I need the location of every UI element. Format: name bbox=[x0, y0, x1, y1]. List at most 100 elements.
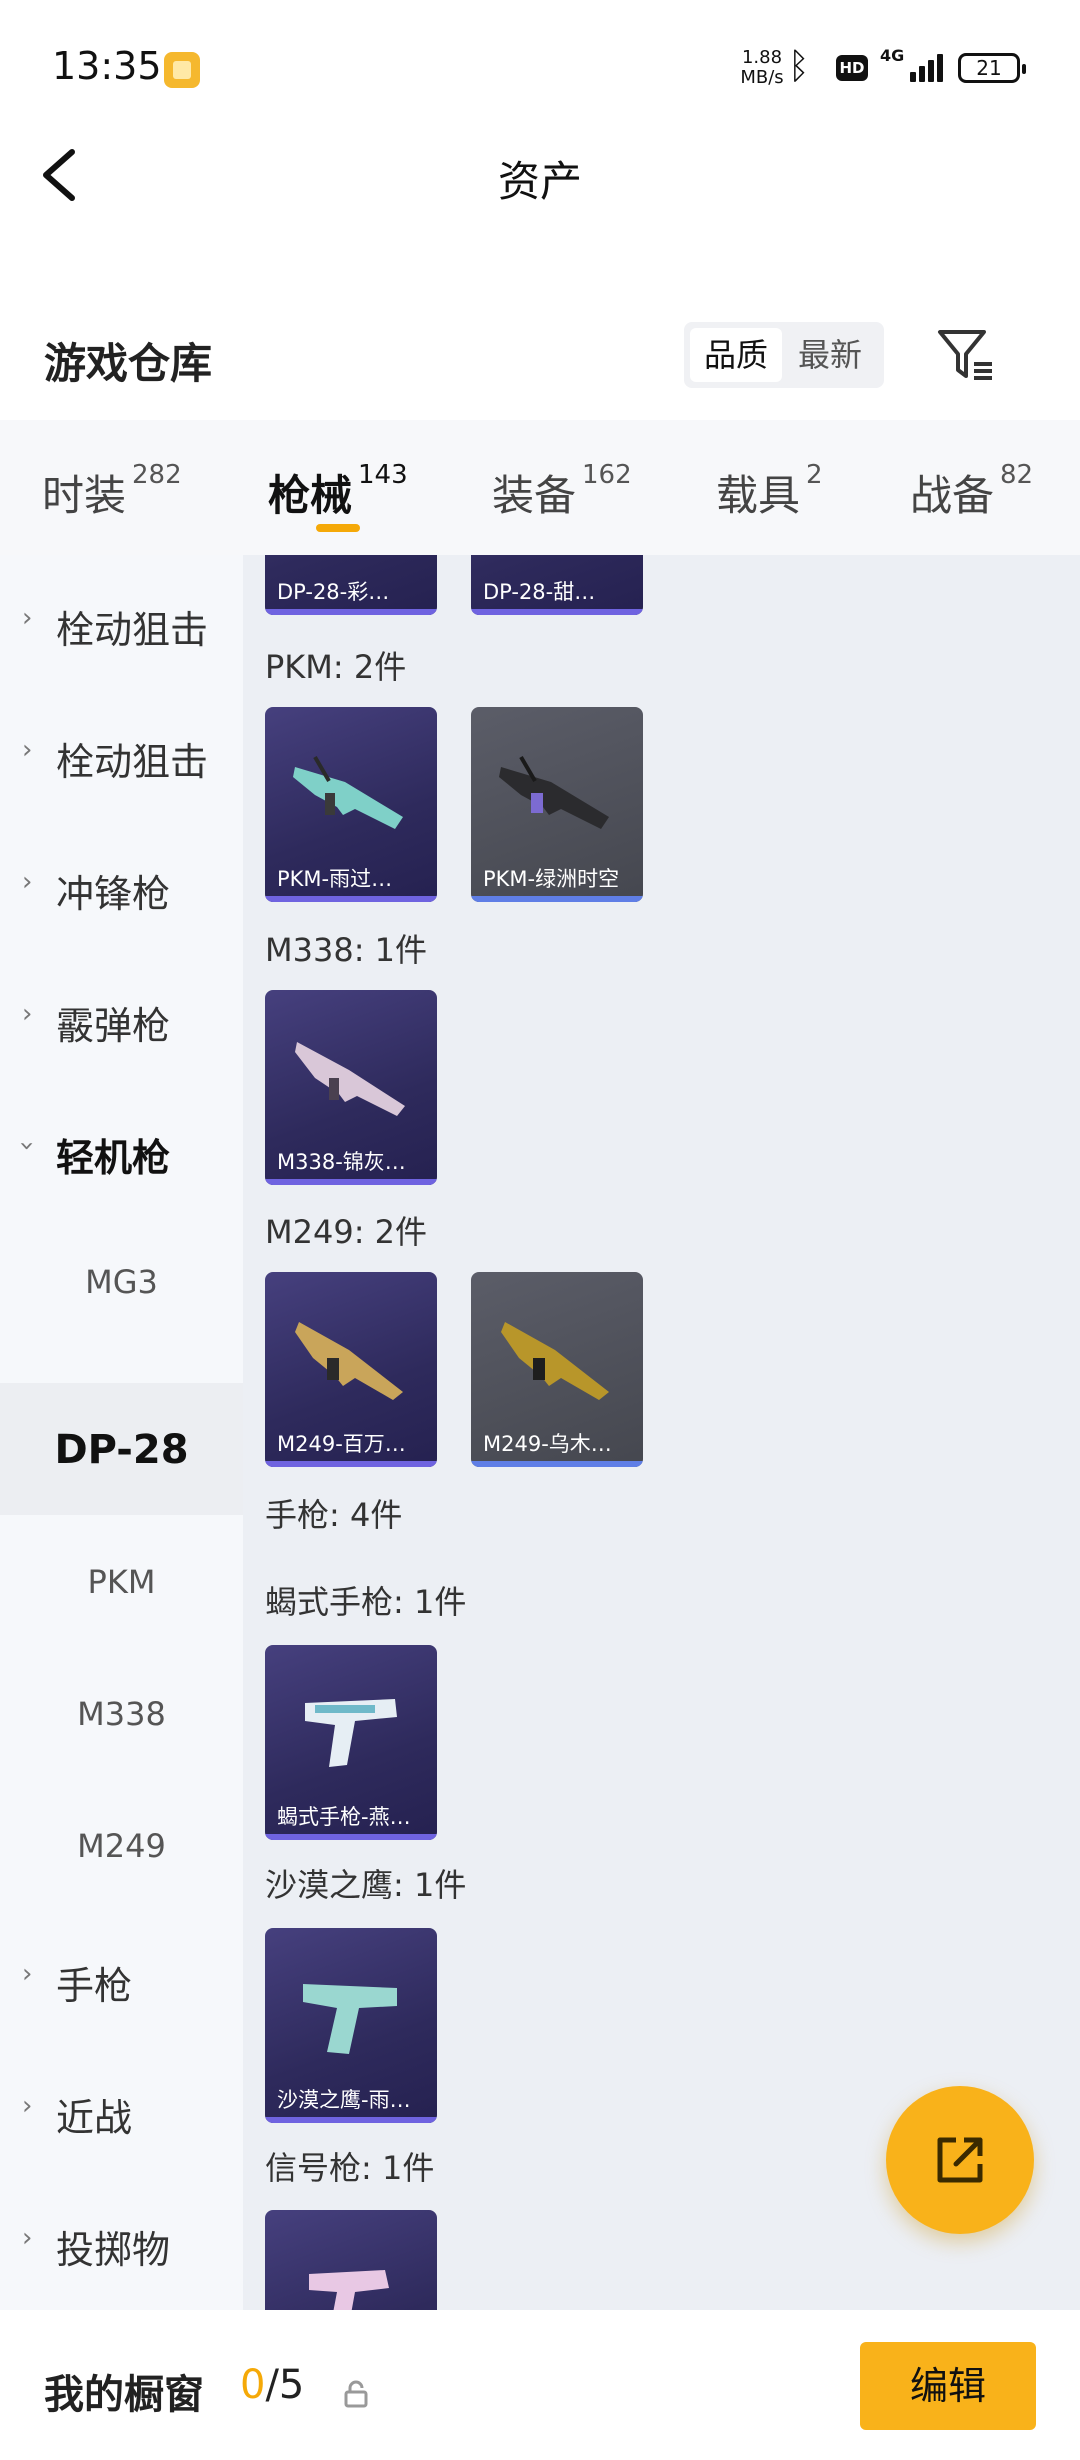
sidebar-item-lmg[interactable]: › 轻机枪 bbox=[0, 1083, 243, 1215]
chevron-right-icon: › bbox=[22, 2091, 33, 2121]
lmg-skin-image bbox=[295, 1322, 403, 1400]
tab-label: 战备 bbox=[910, 471, 995, 520]
item-card[interactable]: PKM-雨过… bbox=[265, 707, 437, 902]
network-speed-unit: MB/s bbox=[740, 67, 784, 88]
network-type: 4G bbox=[880, 46, 905, 65]
sidebar-item-label: 栓动狙击 bbox=[56, 740, 209, 784]
network-speed: 1.88 MB/s bbox=[732, 48, 792, 88]
sidebar-item-label: 投掷物 bbox=[56, 2228, 171, 2272]
sidebar-item-label: 霰弹枪 bbox=[56, 1004, 171, 1048]
sidebar-item-label: MG3 bbox=[85, 1263, 158, 1301]
flare-gun-skin-image bbox=[309, 2270, 389, 2310]
status-bar: 13:35 1.88 MB/s ᛒ HD 4G 21 bbox=[0, 0, 1080, 135]
sidebar-item-label: M338 bbox=[77, 1695, 166, 1733]
sidebar-item-pistol[interactable]: › 手枪 bbox=[0, 1911, 243, 2043]
tab-label: 装备 bbox=[492, 471, 577, 520]
sidebar-item-smg[interactable]: › 冲锋枪 bbox=[0, 819, 243, 951]
sidebar-subitem-pkm[interactable]: PKM bbox=[0, 1515, 243, 1647]
tab-label: 载具 bbox=[716, 471, 801, 520]
section-title: 游戏仓库 bbox=[44, 339, 213, 388]
tab-label: 枪械 bbox=[268, 471, 353, 520]
item-name: 蝎式手枪-燕… bbox=[277, 1805, 411, 1829]
lmg-skin-image bbox=[499, 755, 609, 829]
chevron-right-icon: › bbox=[22, 603, 33, 633]
tab-supplies[interactable]: 战备 82 bbox=[910, 460, 1033, 523]
bottom-bar: 我的橱窗 0/5 编辑 bbox=[0, 2310, 1080, 2460]
tab-equipment[interactable]: 装备 162 bbox=[492, 460, 632, 523]
group-label: M338: 1件 bbox=[265, 931, 428, 969]
sidebar-item-bolt-sniper-1[interactable]: › 栓动狙击 bbox=[0, 555, 243, 687]
chevron-right-icon: › bbox=[22, 2223, 33, 2253]
item-name: M249-乌木… bbox=[483, 1432, 612, 1456]
chevron-right-icon: › bbox=[22, 999, 33, 1029]
sidebar-item-shotgun[interactable]: › 霰弹枪 bbox=[0, 951, 243, 1083]
filter-button[interactable] bbox=[934, 322, 998, 386]
bluetooth-icon: ᛒ bbox=[788, 46, 810, 87]
pistol-skin-image bbox=[305, 1699, 397, 1767]
sidebar-item-label: 手枪 bbox=[56, 1964, 133, 2008]
item-name: M338-锦灰… bbox=[277, 1150, 406, 1174]
sidebar-subitem-mg3[interactable]: MG3 bbox=[0, 1215, 243, 1347]
share-icon bbox=[937, 2137, 983, 2183]
category-tabs: 时装 282 枪械 143 装备 162 载具 2 战备 82 bbox=[0, 420, 1080, 555]
tab-fashion[interactable]: 时装 282 bbox=[42, 460, 182, 523]
notification-app-icon bbox=[164, 52, 200, 88]
item-name: DP-28-彩… bbox=[277, 580, 390, 604]
network-speed-value: 1.88 bbox=[741, 47, 783, 68]
pistol-skin-image bbox=[303, 1984, 397, 2054]
item-card[interactable]: DP-28-彩… bbox=[265, 555, 437, 615]
item-card[interactable]: DP-28-甜… bbox=[471, 555, 643, 615]
item-card[interactable]: M249-百万… bbox=[265, 1272, 437, 1467]
lmg-skin-image bbox=[501, 1322, 609, 1400]
page-title: 资产 bbox=[497, 157, 582, 206]
sidebar-subitem-dp28[interactable]: DP-28 bbox=[0, 1383, 243, 1515]
group-label: M249: 2件 bbox=[265, 1213, 428, 1251]
sidebar-subitem-m338[interactable]: M338 bbox=[0, 1647, 243, 1779]
item-card[interactable] bbox=[265, 2210, 437, 2310]
group-label: 蝎式手枪: 1件 bbox=[265, 1583, 467, 1621]
tab-count: 2 bbox=[806, 460, 823, 490]
group-label: 手枪: 4件 bbox=[265, 1496, 403, 1534]
showcase-total: /5 bbox=[265, 2362, 305, 2408]
sort-quality-button[interactable]: 品质 bbox=[690, 328, 782, 382]
sidebar-item-label: 轻机枪 bbox=[56, 1136, 171, 1180]
chevron-right-icon: › bbox=[22, 1959, 33, 1989]
sort-newest-button[interactable]: 最新 bbox=[784, 328, 876, 382]
share-button[interactable] bbox=[886, 2086, 1034, 2234]
group-label: 沙漠之鹰: 1件 bbox=[265, 1866, 467, 1904]
lmg-skin-image bbox=[293, 755, 403, 829]
item-card[interactable]: 沙漠之鹰-雨… bbox=[265, 1928, 437, 2123]
sidebar-item-label: 栓动狙击 bbox=[56, 608, 209, 652]
group-label: 信号枪: 1件 bbox=[265, 2149, 435, 2187]
sidebar-subitem-m249[interactable]: M249 bbox=[0, 1779, 243, 1911]
item-name: 沙漠之鹰-雨… bbox=[277, 2088, 411, 2112]
item-name: DP-28-甜… bbox=[483, 580, 596, 604]
item-name: PKM-绿洲时空 bbox=[483, 867, 620, 891]
item-card[interactable]: PKM-绿洲时空 bbox=[471, 707, 643, 902]
hd-badge: HD bbox=[836, 55, 868, 81]
item-card[interactable]: M338-锦灰… bbox=[265, 990, 437, 1185]
tab-guns[interactable]: 枪械 143 bbox=[268, 460, 408, 523]
sidebar-item-melee[interactable]: › 近战 bbox=[0, 2043, 243, 2175]
group-label: PKM: 2件 bbox=[265, 648, 407, 686]
showcase-count: 0/5 bbox=[240, 2362, 304, 2408]
sidebar-item-label: M249 bbox=[77, 1827, 166, 1865]
tab-count: 162 bbox=[582, 460, 632, 490]
chevron-right-icon: › bbox=[22, 735, 33, 765]
tab-count: 143 bbox=[358, 460, 408, 490]
status-time: 13:35 bbox=[52, 44, 162, 88]
item-card[interactable]: 蝎式手枪-燕… bbox=[265, 1645, 437, 1840]
weapon-category-sidebar: › 栓动狙击 › 栓动狙击 › 冲锋枪 › 霰弹枪 › 轻机枪 MG3 DP-2… bbox=[0, 555, 243, 2310]
sidebar-item-label: DP-28 bbox=[54, 1427, 189, 1473]
sidebar-item-label: PKM bbox=[87, 1563, 156, 1601]
tab-label: 时装 bbox=[42, 471, 127, 520]
lock-icon bbox=[344, 2380, 368, 2408]
sidebar-item-bolt-sniper-2[interactable]: › 栓动狙击 bbox=[0, 687, 243, 819]
sidebar-item-label: 近战 bbox=[56, 2096, 133, 2140]
sort-toggle: 品质 最新 bbox=[684, 322, 884, 388]
edit-button[interactable]: 编辑 bbox=[860, 2342, 1036, 2430]
item-name: M249-百万… bbox=[277, 1432, 406, 1456]
tab-vehicles[interactable]: 载具 2 bbox=[716, 460, 823, 523]
item-card[interactable]: M249-乌木… bbox=[471, 1272, 643, 1467]
sidebar-item-throwables[interactable]: › 投掷物 bbox=[0, 2175, 243, 2307]
